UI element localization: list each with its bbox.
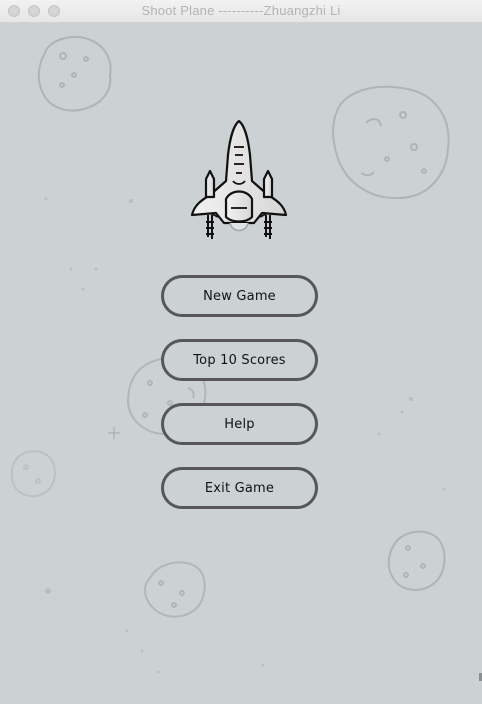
asteroid-icon: [387, 530, 446, 591]
main-menu-screen: New Game Top 10 Scores Help Exit Game: [0, 23, 482, 704]
title-bar: Shoot Plane ----------Zhuangzhi Li: [0, 0, 482, 23]
window-title: Shoot Plane ----------Zhuangzhi Li: [141, 3, 341, 18]
game-window: Shoot Plane ----------Zhuangzhi Li New G…: [0, 0, 482, 704]
asteroid-icon: [143, 561, 206, 618]
asteroid-icon: [37, 35, 112, 112]
new-game-button[interactable]: New Game: [161, 275, 318, 317]
top-10-scores-button[interactable]: Top 10 Scores: [161, 339, 318, 381]
help-button[interactable]: Help: [161, 403, 318, 445]
asteroid-icon: [332, 85, 450, 200]
exit-game-button[interactable]: Exit Game: [161, 467, 318, 509]
star-icon: [108, 427, 120, 439]
fighter-jet-icon: [190, 119, 288, 239]
asteroid-icon: [10, 450, 56, 498]
